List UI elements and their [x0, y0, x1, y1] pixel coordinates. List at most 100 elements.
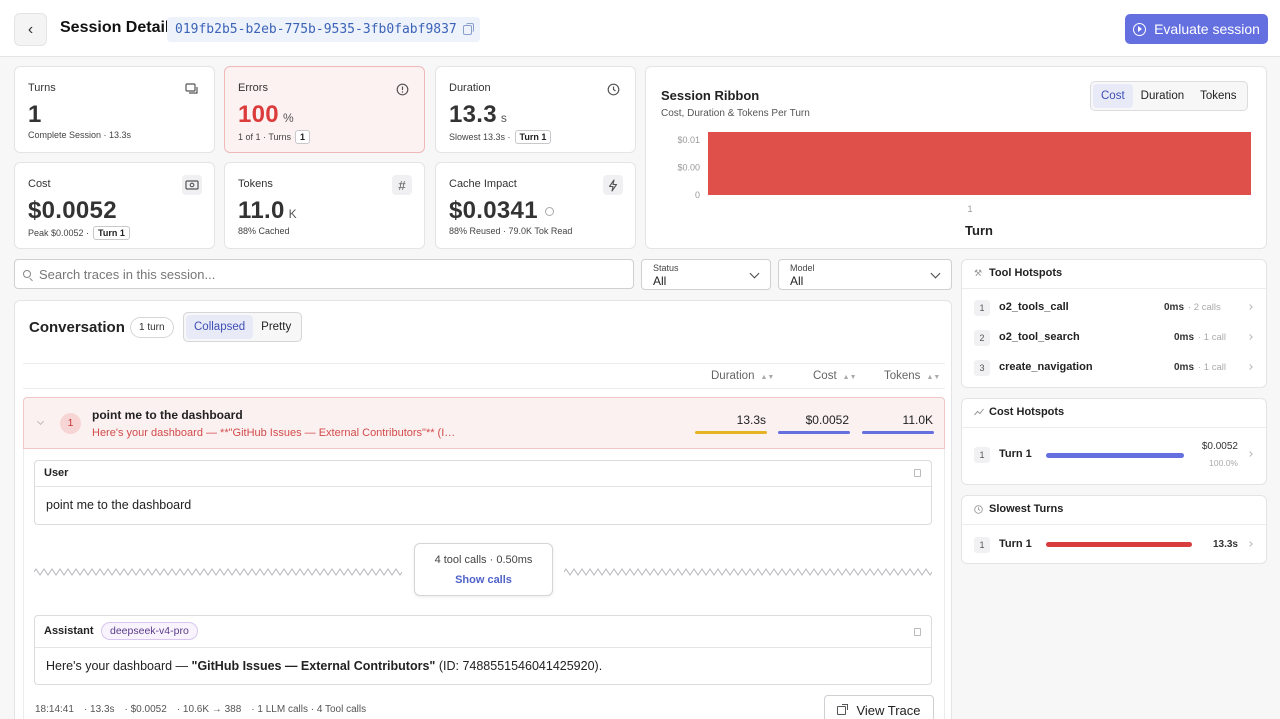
- duration-value: 13.3s: [1212, 539, 1238, 550]
- column-label: Tokens: [884, 370, 921, 382]
- stat-sub: 88% Reused · 79.0K Tok Read: [449, 226, 572, 236]
- column-tokens[interactable]: Tokens ▲▼: [884, 370, 940, 382]
- duration-bar-track: [1046, 542, 1192, 547]
- info-icon[interactable]: [544, 207, 554, 217]
- stat-sub-text: Peak $0.0052 ·: [28, 228, 90, 238]
- play-circle-icon: [1133, 22, 1147, 36]
- turn-duration: 13.3s: [736, 413, 766, 427]
- message-role: Assistant: [44, 625, 94, 637]
- chevron-right-icon: [1247, 541, 1253, 547]
- slowest-turns-panel: Slowest Turns 1 Turn 1 13.3s: [961, 495, 1267, 564]
- copy-icon[interactable]: [914, 628, 921, 636]
- y-tick-label: $0.00: [677, 163, 700, 173]
- tokens-bar: [862, 431, 934, 434]
- tool-name: create_navigation: [999, 361, 1093, 373]
- peak-turn-chip[interactable]: Turn 1: [93, 226, 130, 240]
- status-filter-value: All: [653, 274, 667, 288]
- turn-footer-meta: 18:14:41 · 13.3s · $0.0052 · 10.6K → 388…: [35, 704, 366, 715]
- turn-question: point me to the dashboard: [92, 408, 243, 422]
- copy-icon[interactable]: [914, 469, 921, 477]
- tool-name: o2_tools_call: [999, 301, 1069, 313]
- alert-circle-icon: [392, 79, 412, 99]
- external-link-icon: [837, 703, 849, 715]
- errors-chip[interactable]: 1: [295, 130, 311, 144]
- tool-hotspots-panel: ⚒ Tool Hotspots 1 o2_tools_call 0ms · 2 cal…: [961, 259, 1267, 388]
- conversation-panel: Conversation 1 turn Collapsed Pretty Dura…: [14, 300, 952, 719]
- tool-hotspot-row[interactable]: 2 o2_tool_search 0ms · 1 call: [962, 323, 1266, 353]
- duration-bar: [695, 431, 767, 434]
- stat-value: $0.0341: [449, 197, 554, 225]
- turn-number-badge: 1: [60, 413, 81, 434]
- column-duration[interactable]: Duration ▲▼: [711, 370, 774, 382]
- y-tick-label: 0: [695, 190, 700, 200]
- wave-divider-right: [564, 568, 932, 576]
- trend-icon: [974, 408, 984, 417]
- cost-percent: 100.0%: [1209, 458, 1238, 468]
- cost-value: $0.0052: [1201, 441, 1238, 452]
- tool-duration: 0ms: [1173, 332, 1194, 343]
- stat-label: Errors: [238, 82, 268, 94]
- turn-detail: User point me to the dashboard 4 tool ca…: [23, 449, 945, 719]
- stat-card-duration: Duration 13.3 s Slowest 13.3s · Turn 1: [435, 66, 636, 153]
- tool-hotspot-row[interactable]: 3 create_navigation 0ms · 1 call: [962, 353, 1266, 383]
- cost-bar-track: [1046, 453, 1184, 458]
- stat-sub: 1 of 1 · Turns 1: [238, 130, 311, 144]
- stat-label: Cache Impact: [449, 178, 517, 190]
- message-role: User: [44, 467, 69, 479]
- cost-hotspot-row[interactable]: 1 Turn 1 $0.0052 100.0%: [962, 440, 1266, 470]
- rank-badge: 2: [974, 330, 990, 346]
- evaluate-session-button[interactable]: Evaluate session: [1125, 14, 1268, 44]
- rank-badge: 1: [974, 447, 990, 463]
- stat-number: 11.0: [238, 197, 285, 224]
- stat-card-cache: Cache Impact $0.0341 88% Reused · 79.0K …: [435, 162, 636, 249]
- copy-icon[interactable]: [462, 22, 474, 35]
- chevron-right-icon: [1247, 451, 1253, 457]
- ribbon-chart: $0.01 $0.00 0 1 Turn: [677, 132, 1251, 238]
- cost-hotspots-panel: Cost Hotspots 1 Turn 1 $0.0052 100.0%: [961, 398, 1267, 485]
- session-id-badge[interactable]: 019fb2b5-b2eb-775b-9535-3fb0fabf9837: [167, 17, 480, 42]
- view-collapsed-button[interactable]: Collapsed: [186, 315, 254, 339]
- page-title: Session Detail: [60, 19, 170, 36]
- status-filter[interactable]: Status All: [641, 259, 771, 290]
- stat-value: 13.3 s: [449, 101, 507, 129]
- view-pretty-button[interactable]: Pretty: [253, 315, 299, 339]
- search-input[interactable]: [39, 266, 599, 282]
- stat-label: Cost: [28, 178, 51, 190]
- ribbon-bar[interactable]: [708, 132, 1251, 195]
- message-header: Assistant deepseek-v4-pro: [35, 616, 931, 648]
- x-axis-label: Turn: [965, 223, 993, 238]
- chevron-left-icon: ‹: [27, 20, 34, 38]
- turn-row[interactable]: 1 point me to the dashboard Here's your …: [23, 397, 945, 449]
- chevron-down-icon[interactable]: [36, 417, 45, 426]
- panel-title: Tool Hotspots: [989, 267, 1063, 279]
- show-calls-button[interactable]: Show calls: [415, 574, 552, 586]
- model-filter[interactable]: Model All: [778, 259, 952, 290]
- cost-bar: [778, 431, 850, 434]
- view-trace-button[interactable]: View Trace: [824, 695, 934, 719]
- x-tick-label: 1: [967, 204, 972, 214]
- chevron-right-icon: [1247, 364, 1253, 370]
- view-mode-toggle: Collapsed Pretty: [183, 312, 303, 342]
- slowest-turn-chip[interactable]: Turn 1: [514, 130, 552, 144]
- tool-hotspot-row[interactable]: 1 o2_tools_call 0ms · 2 calls: [962, 293, 1266, 323]
- turn-count-badge: 1 turn: [130, 317, 174, 338]
- stat-label: Duration: [449, 82, 491, 94]
- column-cost[interactable]: Cost ▲▼: [813, 370, 857, 382]
- user-message-text: point me to the dashboard: [46, 498, 192, 512]
- stat-label: Tokens: [238, 178, 273, 190]
- stat-sub-text: 88% Cached: [238, 226, 290, 236]
- stat-sub-text: 1 of 1 · Turns: [238, 132, 292, 142]
- assistant-message: Assistant deepseek-v4-pro Here's your da…: [34, 615, 932, 685]
- status-filter-label: Status: [653, 263, 679, 273]
- rank-badge: 1: [974, 537, 990, 553]
- stat-unit: K: [288, 207, 297, 221]
- stat-value: 1: [28, 101, 42, 128]
- tool-call-count: · 2 calls: [1188, 302, 1221, 313]
- row-name: Turn 1: [999, 448, 1032, 460]
- stat-sub-text: 88% Reused · 79.0K Tok Read: [449, 226, 573, 236]
- slowest-turn-row[interactable]: 1 Turn 1 13.3s: [962, 530, 1266, 560]
- tool-calls-summary: 4 tool calls · 0.50ms Show calls: [414, 543, 553, 596]
- back-button[interactable]: ‹: [14, 13, 47, 46]
- tool-duration: 0ms: [1163, 302, 1184, 313]
- column-label: Duration: [711, 370, 755, 382]
